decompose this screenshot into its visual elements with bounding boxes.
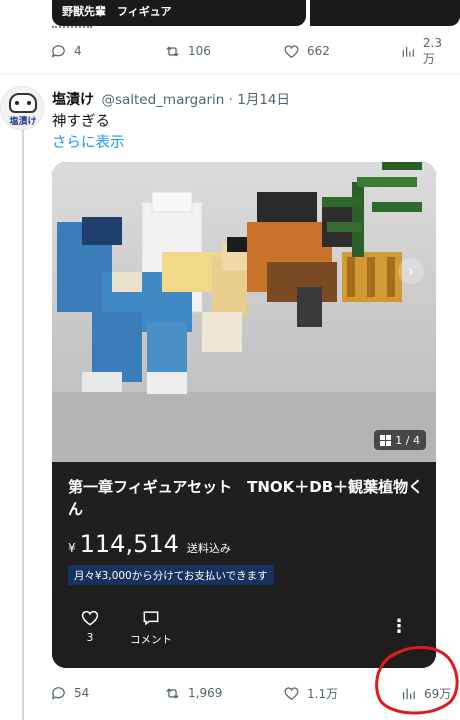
reply-icon [51,686,65,700]
like-count: 662 [307,44,330,58]
product-card[interactable]: › 1 / 4 第一章フィギュアセット TNOK＋DB＋観葉植物くん ¥ 114… [52,162,436,668]
retweet-button[interactable]: 1,969 [164,682,222,704]
card-comment-button[interactable]: コメント [130,608,172,647]
card-like-count: 3 [86,632,94,644]
card-comment-label: コメント [130,634,172,646]
like-icon [284,44,299,58]
comment-icon [143,611,159,626]
retweet-icon [166,687,179,699]
like-button[interactable]: 662 [283,40,330,62]
like-icon [284,686,299,700]
like-button[interactable]: 1.1万 [283,682,338,704]
grid-icon [380,434,392,446]
previous-tweet-card-right[interactable] [310,0,460,26]
product-title[interactable]: 第一章フィギュアセット TNOK＋DB＋観葉植物くん [68,476,424,520]
price: ¥ 114,514 送料込み [68,530,231,558]
previous-tweet-card[interactable]: 野獣先輩 フィギュア [52,0,306,26]
card-like-button[interactable]: 3 [80,608,100,644]
reply-button[interactable]: 4 [50,40,82,62]
previous-card-label: 野獣先輩 フィギュア [62,5,172,18]
handle-and-date[interactable]: @salted_margarin · 1月14日 [101,92,290,108]
product-image[interactable]: › [52,162,436,462]
reply-count: 4 [74,44,82,58]
previous-card-subtext [52,26,92,28]
page-indicator-text: 1 / 4 [395,433,420,447]
avatar[interactable]: 塩漬け [0,86,44,130]
thread-line [22,125,24,720]
retweet-icon [166,45,179,57]
tweet-header: 塩漬け @salted_margarin · 1月14日 [52,88,290,109]
views-icon [402,46,414,57]
retweet-count: 1,969 [188,686,223,700]
shipping-note: 送料込み [186,542,231,555]
views-count: 2.3万 [422,35,442,66]
lego-figures-photo [52,162,436,462]
retweet-count: 106 [188,44,211,58]
avatar-character [9,93,37,113]
display-name[interactable]: 塩漬け [52,92,94,108]
avatar-label: 塩漬け [9,117,37,127]
previous-tweet-actions: 4 106 662 2.3万 [50,36,452,66]
installment-badge: 月々¥3,000から分けてお支払いできます [68,565,274,585]
reply-icon [51,44,65,58]
chevron-right-icon[interactable]: › [398,258,424,284]
page-indicator: 1 / 4 [374,430,426,450]
like-count: 1.1万 [307,686,339,701]
price-value: 114,514 [79,530,179,558]
tweet-divider [0,74,460,75]
price-currency: ¥ [68,541,76,555]
more-icon[interactable]: ⋮ [390,616,408,637]
heart-icon [81,610,99,626]
red-annotation-circle [375,646,459,715]
reply-count: 54 [74,686,90,700]
show-more-link[interactable]: さらに表示 [52,131,125,152]
views-button[interactable]: 2.3万 [400,36,452,66]
retweet-button[interactable]: 106 [164,40,211,62]
tweet-text: 神すぎる [52,114,110,130]
reply-button[interactable]: 54 [50,682,89,704]
